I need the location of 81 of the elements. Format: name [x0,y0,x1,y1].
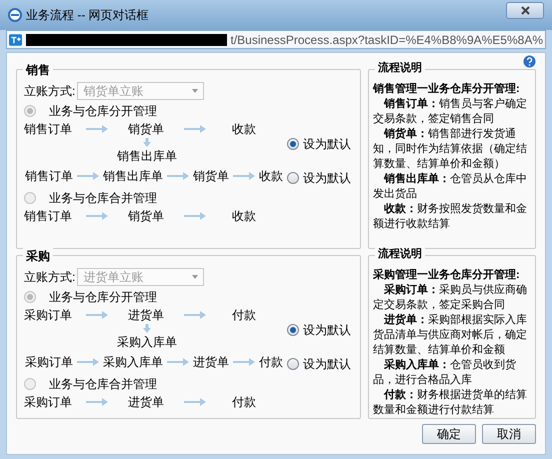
arrow-icon [233,358,255,366]
window-title: 业务流程 -- 网页对话框 [26,7,149,24]
radio-button[interactable] [24,378,36,390]
default-option-label: 设为默认 [303,356,351,373]
radio-button[interactable] [287,358,299,370]
flow-step: 销货单 [192,167,230,185]
flow-step: 收款 [216,207,272,225]
url-text: t/BusinessProcess.aspx?taskID=%E4%B8%9A%E5%8A% [230,32,543,46]
flow-step: 采购入库单 [102,353,164,371]
description-text: 付款：财务根据进货单的结算数量和金额进行付款结算 [373,388,528,418]
arrow-icon [184,212,206,220]
arrow-icon [86,212,108,220]
default-option-label: 设为默认 [303,170,351,187]
flow-step: 进货单 [192,353,230,371]
arrow-icon [86,311,108,319]
flow-step: 销货单 [118,207,174,225]
default-option-label: 设为默认 [303,136,351,152]
arrow-icon [143,138,151,147]
page-icon [9,32,22,46]
description-text: 采购入库单：仓管员收到货品，进行合格品入库 [373,358,517,388]
flow-step: 采购订单 [24,306,76,324]
section-legend: 销售 [23,61,53,79]
section-legend: 采购 [23,247,53,265]
option-label: 业务与仓库合并管理 [49,376,157,393]
flow-step: 付款 [258,353,284,371]
radio-button[interactable] [24,291,36,303]
radio-button[interactable] [287,324,299,336]
arrow-icon [86,125,108,133]
flow-step: 付款 [216,393,272,411]
arrow-icon [167,172,189,180]
flow-step: 销售出库单 [102,167,164,185]
description-text: 收款：财务按照发货数量和金额进行收款结算 [373,202,528,232]
field-label: 立账方式: [24,269,76,286]
description-heading: 采购管理一业务仓库分开管理: [373,268,521,283]
flow-step: 销售订单 [24,167,74,185]
dialog-button[interactable]: 取消 [482,424,536,444]
arrow-icon [233,172,255,180]
option-label: 业务与仓库分开管理 [49,103,157,120]
arrow-icon [184,125,206,133]
caret-icon [192,89,198,93]
arrow-icon [143,324,151,333]
flow-step: 采购订单 [24,393,76,411]
option-label: 业务与仓库分开管理 [49,289,157,306]
arrow-icon [184,398,206,406]
help-icon[interactable] [523,55,536,68]
close-button[interactable] [506,2,544,18]
flow-step: 销货单 [118,120,174,138]
flow-step: 采购订单 [24,353,74,371]
flow-step: 销售出库单 [117,147,177,165]
close-icon [520,6,530,14]
radio-button[interactable] [24,105,36,117]
flow-step: 销售订单 [24,120,76,138]
arrow-icon [167,358,189,366]
flow-step: 付款 [216,306,272,324]
description-title: 流程说明 [375,247,425,262]
option-label: 业务与仓库合并管理 [49,190,157,207]
flow-step: 进货单 [118,306,174,324]
caret-icon [192,275,198,279]
description-heading: 销售管理一业务仓库分开管理: [373,82,521,97]
flow-step: 进货单 [118,393,174,411]
arrow-icon [184,311,206,319]
description-title: 流程说明 [375,61,425,76]
arrow-icon [77,172,99,180]
flow-step: 销售订单 [24,207,76,225]
dialog-button[interactable]: 确定 [422,424,476,444]
flow-step: 采购入库单 [117,333,177,351]
arrow-icon [77,358,99,366]
radio-button[interactable] [287,172,299,184]
flow-step: 收款 [216,120,272,138]
field-label: 立账方式: [24,83,76,100]
description-text: 采购订单：采购员与供应商确定交易条款，签定采购合同 [373,283,528,313]
description-text: 销售订单：销售员与客户确定交易条款，签定销售合同 [373,97,528,127]
radio-button[interactable] [287,138,299,150]
description-text: 销售出库单：仓管员从仓库中发出货品 [373,172,528,202]
address-bar[interactable]: t/BusinessProcess.aspx?taskID=%E4%B8%9A%E5%8A% [6,30,546,49]
default-option-label: 设为默认 [303,322,351,338]
flow-step: 收款 [258,167,284,185]
description-text: 进货单：采购部根据实际入库货品清单与供应商对帐后，确定结算数量、结算单价和金额 [373,313,528,358]
arrow-icon [86,398,108,406]
description-text: 销货单：销售部进行发货通知，同时作为结算依据（确定结算数量、结算单价和金额） [373,127,528,172]
radio-button[interactable] [24,192,36,204]
